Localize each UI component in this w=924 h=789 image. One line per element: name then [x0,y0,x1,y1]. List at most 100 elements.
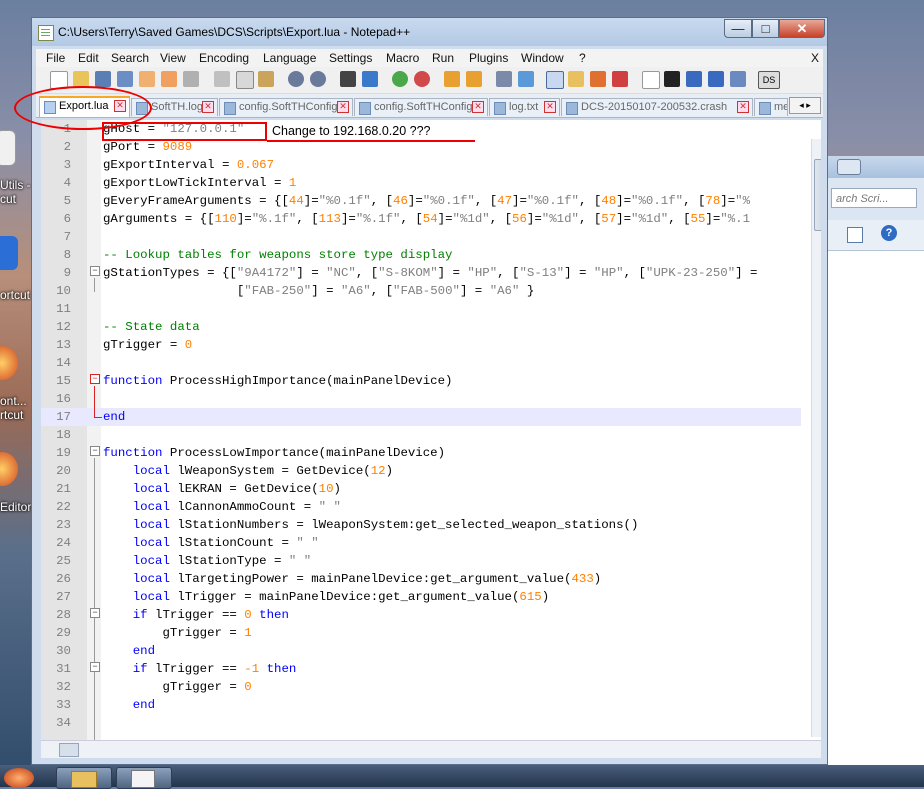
redo-icon[interactable] [310,71,326,87]
menu-run[interactable]: Run [432,51,454,65]
tab-close-icon[interactable]: ✕ [202,101,214,113]
tab-scroll-arrows[interactable]: ◂ ▸ [789,97,821,114]
menu-encoding[interactable]: Encoding [199,51,249,65]
tab-config-softthconfig-2[interactable]: config.SoftTHConfig ✕ [354,98,488,116]
user-language-icon[interactable] [568,71,584,87]
tab-close-icon[interactable]: ✕ [472,101,484,113]
minimize-icon[interactable] [837,159,861,175]
menu-view[interactable]: View [160,51,186,65]
code-line[interactable]: 22 local lCannonAmmoCount = " " [41,498,801,516]
code-line[interactable]: 11 [41,300,801,318]
fold-toggle-icon[interactable]: − [90,374,100,384]
undo-icon[interactable] [288,71,304,87]
code-line[interactable]: 9 gStationTypes = {["9A4172"] = "NC", ["S… [41,264,801,282]
word-wrap-icon[interactable] [496,71,512,87]
code-line[interactable]: 32 gTrigger = 0 [41,678,801,696]
close-document-button[interactable]: X [811,51,819,65]
paste-icon[interactable] [258,71,274,87]
code-line[interactable]: 20 local lWeaponSystem = GetDevice(12) [41,462,801,480]
code-line[interactable]: 27 local lTrigger = mainPanelDevice:get_… [41,588,801,606]
code-line[interactable]: 3 gExportInterval = 0.067 [41,156,801,174]
fold-toggle-icon[interactable]: − [90,266,100,276]
zoom-out-icon[interactable] [414,71,430,87]
menu-help[interactable]: ? [579,51,586,65]
code-line[interactable]: 30 end [41,642,801,660]
save-all-icon[interactable] [117,71,133,87]
show-all-chars-icon[interactable] [518,71,534,87]
code-line[interactable]: 8 -- Lookup tables for weapons store type… [41,246,801,264]
code-line[interactable]: 25 local lStationType = " " [41,552,801,570]
code-line[interactable]: 33 end [41,696,801,714]
doc-map-icon[interactable] [590,71,606,87]
tab-dcs-crash[interactable]: DCS-20150107-200532.crash ✕ [561,98,753,116]
code-line[interactable]: 19 function ProcessLowImportance(mainPane… [41,444,801,462]
tab-close-icon[interactable]: ✕ [737,101,749,113]
stop-macro-icon[interactable] [664,71,680,87]
code-line[interactable]: 23 local lStationNumbers = lWeaponSystem… [41,516,801,534]
taskbar-explorer-button[interactable] [56,767,112,789]
close-all-icon[interactable] [161,71,177,87]
code-line[interactable]: 16 [41,390,801,408]
find-icon[interactable] [340,71,356,87]
title-bar[interactable]: C:\Users\Terry\Saved Games\DCS\Scripts\E… [32,18,827,46]
taskbar-notepadpp-button[interactable] [116,767,172,789]
code-line[interactable]: 21 local lEKRAN = GetDevice(10) [41,480,801,498]
menu-language[interactable]: Language [263,51,316,65]
code-line[interactable]: 34 [41,714,801,732]
replace-icon[interactable] [362,71,378,87]
save-macro-icon[interactable] [730,71,746,87]
sync-horizontal-icon[interactable] [466,71,482,87]
view-icon[interactable] [847,227,863,243]
tab-me-log[interactable]: me.lo [754,98,788,116]
print-icon[interactable] [183,71,199,87]
menu-macro[interactable]: Macro [386,51,419,65]
code-line[interactable]: 26 local lTargetingPower = mainPanelDevi… [41,570,801,588]
cut-icon[interactable] [214,71,230,87]
start-orb-icon[interactable] [4,768,34,788]
menu-window[interactable]: Window [521,51,564,65]
function-list-icon[interactable] [612,71,628,87]
menu-search[interactable]: Search [111,51,149,65]
minimize-button[interactable]: — [724,19,752,38]
tab-config-softthconfig-1[interactable]: config.SoftTHConfig ✕ [219,98,353,116]
save-icon[interactable] [95,71,111,87]
horizontal-scrollbar[interactable] [41,740,821,758]
indent-guide-icon[interactable] [546,71,564,89]
code-line[interactable]: 7 [41,228,801,246]
code-line[interactable]: 18 [41,426,801,444]
search-input[interactable]: arch Scri... [831,188,917,208]
fold-toggle-icon[interactable]: − [90,446,100,456]
fold-toggle-icon[interactable]: − [90,608,100,618]
code-line[interactable]: 17 end [41,408,801,426]
help-icon[interactable]: ? [881,225,897,241]
copy-icon[interactable] [236,71,254,89]
code-line[interactable]: 5 gEveryFrameArguments = {[44]="%0.1f", [… [41,192,801,210]
open-file-icon[interactable] [73,71,89,87]
tab-close-icon[interactable]: ✕ [544,101,556,113]
menu-edit[interactable]: Edit [78,51,99,65]
sync-vertical-icon[interactable] [444,71,460,87]
ds-plugin-icon[interactable]: DS [758,71,780,89]
code-line[interactable]: 12 -- State data [41,318,801,336]
code-line[interactable]: 24 local lStationCount = " " [41,534,801,552]
code-line[interactable]: 31 if lTrigger == -1 then [41,660,801,678]
vertical-scrollbar[interactable] [811,139,821,737]
tab-log-txt[interactable]: log.txt ✕ [489,98,560,116]
scroll-thumb[interactable] [814,159,821,231]
maximize-button[interactable]: □ [752,19,779,38]
code-line[interactable]: 13 gTrigger = 0 [41,336,801,354]
close-button[interactable]: ✕ [779,19,825,38]
background-window[interactable]: arch Scri... ? [826,156,924,776]
code-line[interactable]: 29 gTrigger = 1 [41,624,801,642]
code-line[interactable]: 28 if lTrigger == 0 then [41,606,801,624]
menu-file[interactable]: File [46,51,65,65]
scroll-thumb[interactable] [59,743,79,757]
code-line[interactable]: 6 gArguments = {[110]="%.1f", [113]="%.1f… [41,210,801,228]
code-line[interactable]: 4 gExportLowTickInterval = 1 [41,174,801,192]
play-macro-icon[interactable] [686,71,702,87]
tab-close-icon[interactable]: ✕ [337,101,349,113]
code-line[interactable]: 10 ["FAB-250"] = "A6", ["FAB-500"] = "A6… [41,282,801,300]
code-line[interactable]: 14 [41,354,801,372]
zoom-in-icon[interactable] [392,71,408,87]
menu-settings[interactable]: Settings [329,51,372,65]
